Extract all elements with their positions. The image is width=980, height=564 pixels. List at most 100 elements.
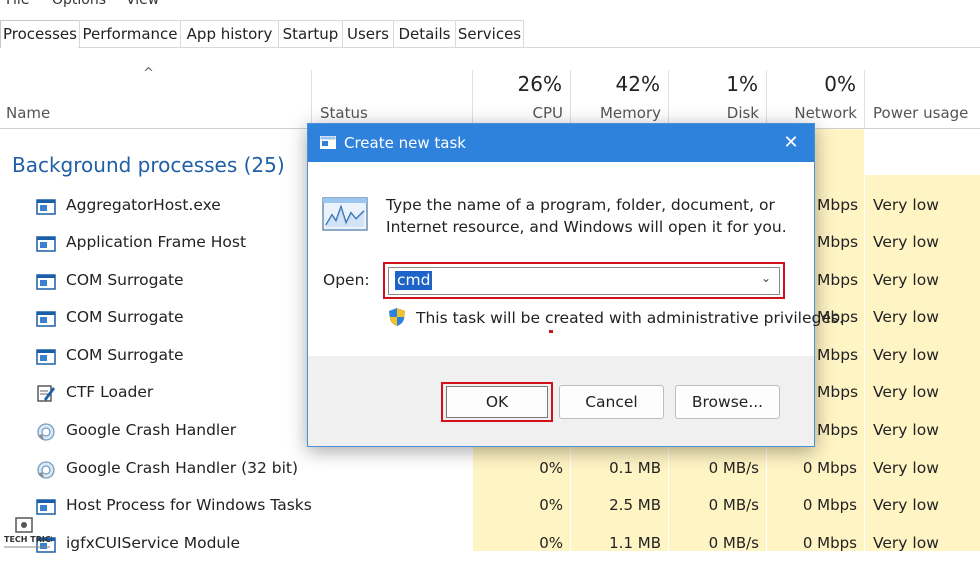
disk-value: 0 MB/s [708, 496, 759, 514]
network-value: 0 Mbps [802, 534, 857, 552]
column-memory[interactable]: Memory [578, 104, 661, 122]
process-name: CTF Loader [66, 383, 154, 401]
dialog-titlebar[interactable]: Create new task ✕ [308, 124, 814, 162]
menu-view[interactable]: View [126, 0, 159, 8]
column-network[interactable]: Network [774, 104, 857, 122]
tab-services[interactable]: Services [455, 20, 524, 48]
tab-processes[interactable]: Processes [0, 20, 80, 48]
column-separator[interactable] [864, 70, 865, 128]
chevron-down-icon[interactable]: ⌄ [761, 271, 771, 285]
process-name: igfxCUIService Module [66, 534, 241, 552]
section-title: Background processes (25) [12, 153, 285, 177]
network-value: Mbps [817, 196, 859, 214]
cpu-value: 0% [539, 459, 563, 477]
power-value: Very low [873, 459, 939, 477]
power-value: Very low [873, 346, 939, 364]
cpu-value: 0% [539, 496, 563, 514]
process-name: Host Process for Windows Tasks [66, 496, 312, 514]
tab-strip: Processes Performance App history Startu… [0, 20, 980, 48]
open-highlight: cmd ⌄ [383, 262, 785, 299]
run-program-icon [322, 197, 368, 231]
memory-value: 2.5 MB [609, 496, 661, 514]
power-value: Very low [873, 308, 939, 326]
network-value: Mbps [817, 421, 859, 439]
power-value: Very low [873, 421, 939, 439]
column-name[interactable]: Name [6, 104, 50, 122]
memory-value: 0.1 MB [609, 459, 661, 477]
svg-text:TECH TRICKS: TECH TRICKS [4, 535, 52, 544]
dialog-footer: OK Cancel Browse... [308, 356, 814, 446]
table-row[interactable]: Host Process for Windows Tasks 0% 2.5 MB… [0, 489, 980, 526]
column-separator[interactable] [311, 70, 312, 128]
dialog-title: Create new task [344, 134, 466, 152]
cancel-button[interactable]: Cancel [559, 385, 664, 419]
dialog-body: Type the name of a program, folder, docu… [308, 162, 844, 356]
google-crash-icon [37, 423, 55, 441]
window-app-icon [36, 274, 56, 290]
table-row[interactable]: igfxCUIService Module 0% 1.1 MB 0 MB/s 0… [0, 527, 980, 564]
ok-highlight: OK [441, 382, 553, 422]
power-value: Very low [873, 534, 939, 552]
column-separator[interactable] [766, 70, 767, 128]
cpu-value: 0% [539, 534, 563, 552]
open-combobox[interactable]: cmd ⌄ [388, 267, 780, 295]
menu-options[interactable]: Options [52, 0, 106, 8]
run-window-icon [320, 136, 336, 149]
menu-bar: File Options View [0, 0, 980, 10]
column-header: ^ Name Status 26% CPU 42% Memory 1% Disk… [0, 48, 980, 129]
column-separator[interactable] [570, 70, 571, 128]
column-disk[interactable]: Disk [676, 104, 759, 122]
tab-details[interactable]: Details [393, 20, 456, 48]
browse-button[interactable]: Browse... [675, 385, 780, 419]
power-value: Very low [873, 271, 939, 289]
tab-app-history[interactable]: App history [180, 20, 279, 48]
power-value: Very low [873, 383, 939, 401]
tab-performance[interactable]: Performance [79, 20, 181, 48]
uac-shield-icon [389, 308, 405, 326]
tab-users[interactable]: Users [342, 20, 394, 48]
window-app-icon [36, 236, 56, 252]
column-cpu[interactable]: CPU [480, 104, 564, 122]
window-app-icon [36, 199, 56, 215]
close-icon[interactable]: ✕ [778, 130, 804, 156]
window-app-icon [36, 349, 56, 365]
process-name: COM Surrogate [66, 346, 184, 364]
open-label: Open: [323, 271, 370, 289]
process-name: AggregatorHost.exe [66, 196, 221, 214]
process-name: Application Frame Host [66, 233, 247, 251]
window-app-icon [36, 499, 56, 515]
google-crash-icon [37, 461, 55, 479]
column-power-usage[interactable]: Power usage [873, 104, 968, 122]
power-value: Very low [873, 196, 939, 214]
cpu-percent: 26% [517, 72, 562, 96]
create-new-task-dialog: Create new task ✕ Type the name of a pro… [307, 123, 844, 447]
disk-value: 0 MB/s [708, 459, 759, 477]
tab-startup[interactable]: Startup [278, 20, 343, 48]
menu-file[interactable]: File [6, 0, 29, 8]
dialog-message: Type the name of a program, folder, docu… [386, 196, 787, 236]
column-separator[interactable] [472, 70, 473, 128]
network-value: Mbps [817, 271, 859, 289]
network-value: 0 Mbps [802, 459, 857, 477]
process-name: Google Crash Handler (32 bit) [66, 459, 299, 477]
power-value: Very low [873, 233, 939, 251]
column-status[interactable]: Status [320, 104, 368, 122]
process-name: COM Surrogate [66, 271, 184, 289]
pen-notepad-icon [37, 385, 55, 402]
power-value: Very low [873, 496, 939, 514]
process-name: COM Surrogate [66, 308, 184, 326]
column-separator[interactable] [668, 70, 669, 128]
admin-privileges-note: This task will be created with administr… [416, 309, 844, 327]
disk-percent: 1% [726, 72, 758, 96]
memory-percent: 42% [615, 72, 660, 96]
disk-value: 0 MB/s [708, 534, 759, 552]
network-value: 0 Mbps [802, 496, 857, 514]
sort-up-icon[interactable]: ^ [143, 66, 154, 81]
network-percent: 0% [824, 72, 856, 96]
open-input-value[interactable]: cmd [395, 271, 433, 290]
process-name: Google Crash Handler [66, 421, 237, 439]
network-value: Mbps [817, 383, 859, 401]
memory-value: 1.1 MB [609, 534, 661, 552]
table-row[interactable]: Google Crash Handler (32 bit) 0% 0.1 MB … [0, 452, 980, 489]
ok-button[interactable]: OK [446, 386, 548, 418]
